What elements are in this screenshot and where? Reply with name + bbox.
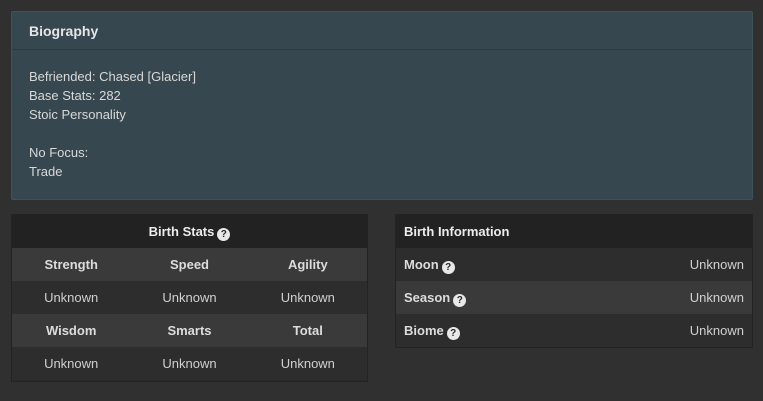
birth-information-rows: Moon? Unknown Season? Unknown Biome? Unk… [396, 248, 752, 347]
birth-information-title: Birth Information [396, 215, 752, 248]
biome-label: Biome [404, 323, 444, 338]
moon-label: Moon [404, 257, 439, 272]
total-value: Unknown [280, 356, 335, 371]
biome-row: Biome? Unknown [396, 314, 752, 347]
biome-value: Unknown [689, 323, 744, 338]
biography-body: Befriended: Chased [Glacier] Base Stats:… [12, 50, 752, 181]
smarts-label: Smarts [167, 323, 212, 338]
agility-label: Agility [287, 257, 328, 272]
agility-value: Unknown [280, 290, 335, 305]
personality-line: Stoic Personality [29, 107, 126, 122]
stats-value-row: Unknown Unknown Unknown [12, 281, 367, 314]
season-row: Season? Unknown [396, 281, 752, 314]
stats-label-row: Wisdom Smarts Total [12, 314, 367, 347]
focus-label: No Focus: [29, 145, 89, 160]
page: Biography Befriended: Chased [Glacier] B… [0, 0, 763, 401]
help-icon[interactable]: ? [446, 327, 460, 340]
wisdom-label: Wisdom [45, 323, 97, 338]
stats-label-row: Strength Speed Agility [12, 248, 367, 281]
base-stats-line: Base Stats: 282 [29, 88, 121, 103]
speed-value: Unknown [162, 290, 217, 305]
help-icon[interactable]: ? [217, 228, 231, 241]
help-icon[interactable]: ? [441, 261, 455, 274]
birth-information-table: Birth Information Moon? Unknown Season? … [395, 214, 753, 348]
moon-value: Unknown [689, 257, 744, 272]
speed-label: Speed [169, 257, 209, 272]
birth-stats-title: Birth Stats [148, 224, 215, 239]
season-label: Season [404, 290, 451, 305]
birth-stats-table: Birth Stats? Strength Speed Agility Unkn… [11, 214, 368, 382]
wisdom-value: Unknown [44, 356, 99, 371]
stats-value-row: Unknown Unknown Unknown [12, 347, 367, 380]
moon-label-group: Moon? [404, 248, 455, 281]
season-label-group: Season? [404, 281, 467, 314]
strength-value: Unknown [44, 290, 99, 305]
birth-stats-header: Birth Stats? [12, 215, 367, 248]
help-icon[interactable]: ? [453, 294, 467, 307]
befriended-line: Befriended: Chased [Glacier] [29, 69, 196, 84]
moon-row: Moon? Unknown [396, 248, 752, 281]
biome-label-group: Biome? [404, 314, 460, 347]
biography-title: Biography [12, 12, 752, 50]
strength-label: Strength [44, 257, 98, 272]
focus-value: Trade [29, 164, 63, 179]
biography-panel: Biography Befriended: Chased [Glacier] B… [11, 11, 753, 200]
season-value: Unknown [689, 290, 744, 305]
total-label: Total [292, 323, 323, 338]
smarts-value: Unknown [162, 356, 217, 371]
